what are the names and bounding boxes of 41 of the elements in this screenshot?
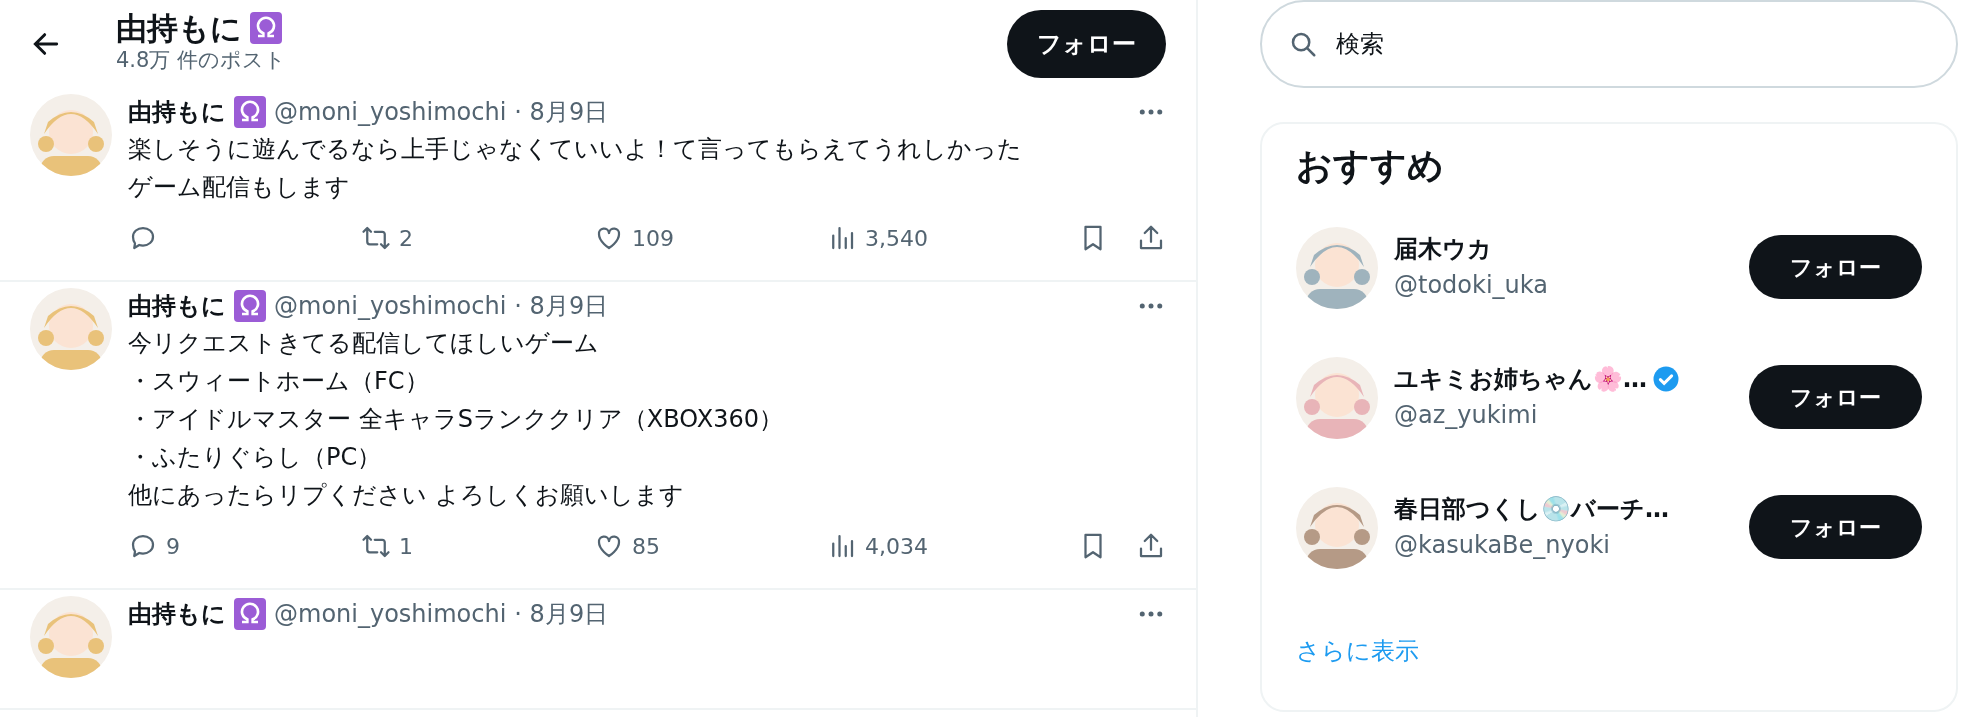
like-count: 109	[632, 224, 674, 253]
post-text-line: 楽しそうに遊んでるなら上手じゃなくていいよ！て言ってもらえてうれしかった	[128, 134, 1023, 165]
user-name[interactable]: 届木ウカ	[1394, 231, 1492, 268]
user-name[interactable]: 春日部つくし💿バーチ…	[1394, 491, 1669, 528]
user-handle[interactable]: @kasukaBe_nyoki	[1394, 527, 1733, 564]
post-text-line: 今リクエストきてる配信してほしいゲーム	[128, 328, 600, 359]
panel-title: おすすめ	[1296, 144, 1445, 188]
follow-button[interactable]: フォロー	[1749, 235, 1922, 300]
post-text-line: ゲーム配信もします	[128, 172, 351, 203]
post-text-line: 他にあったらリプください よろしくお願いします	[128, 480, 685, 511]
post-date[interactable]: · 8月9日	[514, 596, 609, 632]
zodiac-badge-icon	[234, 96, 266, 128]
view-count: 3,540	[865, 224, 928, 253]
author-name[interactable]: 由持もに	[128, 288, 226, 324]
post-date[interactable]: · 8月9日	[514, 94, 609, 130]
repost-count: 2	[399, 224, 413, 253]
view-count: 4,034	[865, 532, 928, 561]
user-handle[interactable]: @az_yukimi	[1394, 397, 1733, 434]
user-handle[interactable]: @todoki_uka	[1394, 267, 1733, 304]
repost-count: 1	[399, 532, 413, 561]
author-handle[interactable]: @moni_yoshimochi	[274, 596, 507, 632]
follow-button[interactable]: フォロー	[1749, 495, 1922, 560]
search-field[interactable]: 検索	[1260, 0, 1958, 88]
zodiac-badge-icon	[250, 12, 282, 45]
follow-button[interactable]: フォロー	[1007, 10, 1166, 78]
user-name[interactable]: ユキミお姉ちゃん🌸…	[1394, 361, 1647, 398]
zodiac-badge-icon	[234, 598, 266, 630]
post-text-line: ・スウィートホーム（FC）	[128, 366, 430, 397]
like-count: 85	[632, 532, 660, 561]
author-handle[interactable]: @moni_yoshimochi	[274, 94, 507, 130]
post-text-line: ・アイドルマスター 全キャラSランククリア（XBOX360）	[128, 404, 784, 435]
post-text-line: ・ふたりぐらし（PC）	[128, 442, 383, 473]
author-handle[interactable]: @moni_yoshimochi	[274, 288, 507, 324]
post-count: 4.8万 件のポスト	[116, 47, 288, 75]
post-date[interactable]: · 8月9日	[514, 288, 609, 324]
reply-count: 9	[166, 532, 180, 561]
follow-button[interactable]: フォロー	[1749, 365, 1922, 430]
zodiac-badge-icon	[234, 290, 266, 322]
profile-name: 由持もに	[116, 11, 242, 46]
author-name[interactable]: 由持もに	[128, 596, 226, 632]
author-name[interactable]: 由持もに	[128, 94, 226, 130]
